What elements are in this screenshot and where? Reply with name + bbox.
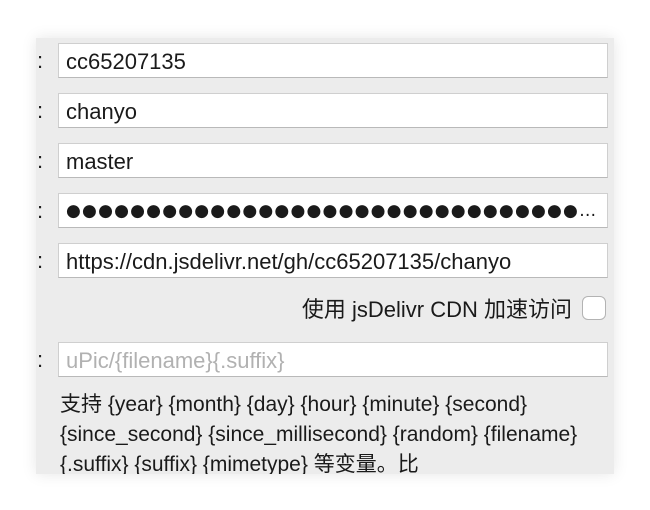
token-field[interactable]: ●●●●●●●●●●●●●●●●●●●●●●●●●●●●●●●●●●●●●●●●… xyxy=(58,193,608,228)
save-path-field[interactable]: uPic/{filename}{.suffix} xyxy=(58,342,608,377)
cdn-checkbox-label: 使用 jsDelivr CDN 加速访问 xyxy=(301,297,572,322)
token-label-colon: : xyxy=(36,198,44,223)
path-variables-help: 支持 {year} {month} {day} {hour} {minute} … xyxy=(60,393,578,474)
domain-field[interactable]: https://cdn.jsdelivr.net/gh/cc65207135/c… xyxy=(58,243,608,278)
cdn-option-row: 使用 jsDelivr CDN 加速访问 xyxy=(36,292,606,324)
cdn-checkbox[interactable] xyxy=(582,296,606,320)
screenshot-stage: : cc65207135 : chanyo : master : ●●●●●●●… xyxy=(0,0,650,510)
domain-label-colon: : xyxy=(36,248,44,273)
path-label-colon: : xyxy=(36,347,44,372)
repo-field[interactable]: chanyo xyxy=(58,93,608,128)
branch-label-colon: : xyxy=(36,148,44,173)
owner-label-colon: : xyxy=(36,48,44,73)
owner-field[interactable]: cc65207135 xyxy=(58,43,608,78)
branch-field[interactable]: master xyxy=(58,143,608,178)
github-settings-panel: : cc65207135 : chanyo : master : ●●●●●●●… xyxy=(36,38,614,474)
repo-label-colon: : xyxy=(36,98,44,123)
